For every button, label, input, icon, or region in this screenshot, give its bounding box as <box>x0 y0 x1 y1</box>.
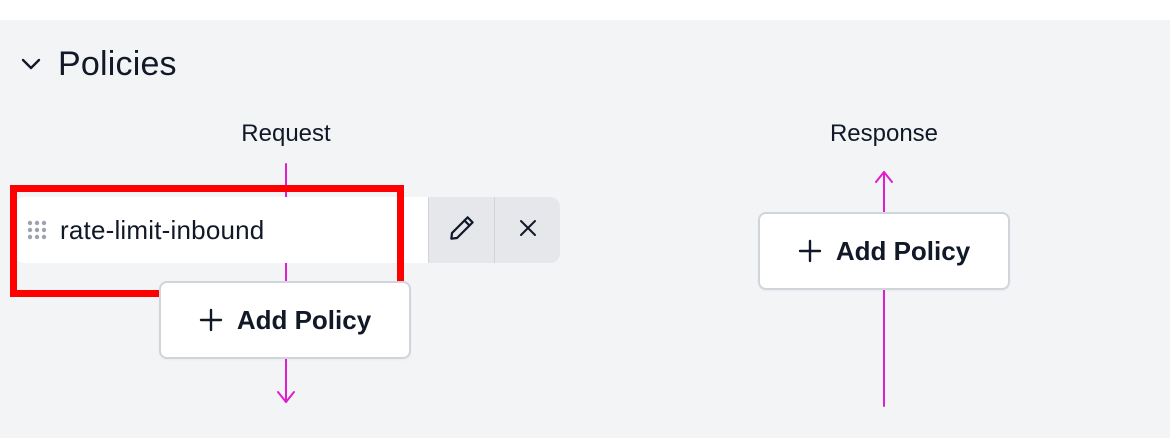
remove-policy-button[interactable] <box>494 197 560 263</box>
request-flow-arrowhead <box>277 391 295 403</box>
policies-panel: Policies Request Response rate-limit-inb… <box>0 20 1170 438</box>
request-column-label: Request <box>241 120 331 147</box>
policies-section-toggle[interactable]: Policies <box>18 44 177 84</box>
chevron-down-icon[interactable] <box>18 51 44 77</box>
edit-policy-button[interactable] <box>428 197 494 263</box>
plus-icon <box>798 239 822 263</box>
policy-card-rate-limit-inbound[interactable]: rate-limit-inbound <box>14 197 560 263</box>
add-request-policy-button[interactable]: Add Policy <box>159 281 411 359</box>
drag-handle-icon[interactable] <box>24 217 50 243</box>
policy-item[interactable]: rate-limit-inbound <box>14 197 428 263</box>
close-icon <box>516 216 540 245</box>
policy-name: rate-limit-inbound <box>60 214 265 245</box>
add-policy-label: Add Policy <box>835 235 971 266</box>
pencil-icon <box>447 213 477 248</box>
section-title: Policies <box>58 44 177 83</box>
plus-icon <box>199 308 223 332</box>
response-column-label: Response <box>829 120 939 147</box>
add-response-policy-button[interactable]: Add Policy <box>758 212 1010 290</box>
add-policy-label: Add Policy <box>236 304 372 335</box>
response-flow-arrowhead <box>875 171 893 183</box>
